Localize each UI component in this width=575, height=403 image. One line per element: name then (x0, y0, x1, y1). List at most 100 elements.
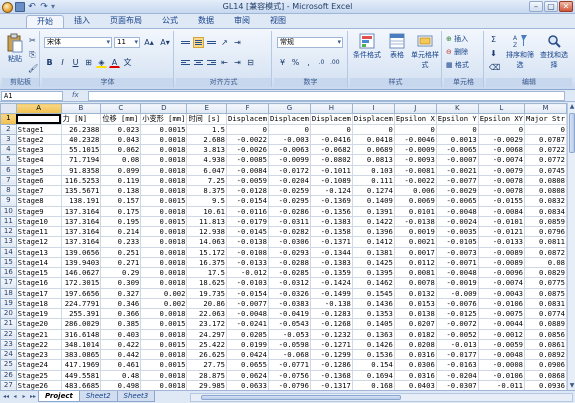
table-cell[interactable]: -0.0241 (226, 318, 269, 330)
table-cell[interactable]: 255.391 (60, 307, 102, 320)
format-cells-button[interactable]: ▦ 格式 (446, 60, 469, 70)
table-cell[interactable]: -0.0008 (477, 359, 526, 371)
table-cell[interactable]: -0.1371 (309, 236, 353, 248)
table-cell[interactable]: 24.297 (186, 328, 228, 340)
bold-button[interactable]: B (44, 57, 55, 68)
table-cell[interactable]: -0.0099 (267, 154, 311, 166)
table-cell[interactable]: -0.0101 (477, 215, 526, 228)
fill-color-icon[interactable]: ◈ (96, 57, 107, 68)
table-cell[interactable]: 27.75 (186, 359, 228, 371)
table-cell[interactable]: -0.0059 (477, 338, 526, 351)
table-cell[interactable]: -0.1317 (309, 379, 353, 390)
table-cell[interactable]: 0.403 (100, 328, 142, 340)
table-cell[interactable]: -0.0259 (267, 184, 311, 197)
column-header[interactable]: J (393, 103, 437, 115)
decrease-decimal-icon[interactable]: .00 (329, 57, 340, 68)
scroll-down-icon[interactable]: ▼ (568, 382, 575, 390)
table-cell[interactable]: -0.1369 (309, 195, 353, 207)
row-header[interactable]: 9 (0, 195, 17, 207)
table-cell[interactable]: 0.0208 (393, 338, 437, 351)
table-cell[interactable]: 0.0069 (393, 195, 437, 207)
row-header[interactable]: 26 (0, 369, 17, 381)
table-cell[interactable]: 0.0418 (351, 133, 395, 146)
table-cell[interactable]: 0.0633 (226, 379, 269, 390)
table-cell[interactable]: 483.6685 (60, 379, 102, 390)
table-cell[interactable]: 0.1462 (351, 277, 395, 289)
insert-cells-button[interactable]: ⊕ 插入 (446, 34, 469, 44)
header-cell[interactable]: 位移 [mm] (100, 113, 142, 125)
table-cell[interactable]: 0.1426 (351, 338, 395, 351)
table-cell[interactable]: -0.0065 (435, 143, 479, 156)
table-cell[interactable]: 0.1396 (351, 225, 395, 238)
vertical-scrollbar[interactable]: ▲ ▼ (567, 103, 575, 390)
table-cell[interactable]: -0.0145 (226, 225, 269, 238)
clear-icon[interactable]: ⌫ (488, 62, 500, 73)
table-cell[interactable]: Stage8 (15, 195, 62, 207)
column-header[interactable]: B (60, 103, 102, 115)
select-all-corner[interactable] (0, 103, 17, 115)
table-cell[interactable]: 0.0018 (140, 246, 188, 258)
table-cell[interactable]: -0.1299 (309, 348, 353, 361)
table-cell[interactable]: -0.0133 (477, 236, 526, 248)
table-cell[interactable]: -0.1358 (309, 225, 353, 238)
table-cell[interactable]: -0.0103 (226, 277, 269, 289)
copy-icon[interactable]: ⎘ (27, 49, 38, 60)
table-cell[interactable]: 449.5581 (60, 369, 102, 381)
table-cell[interactable]: -0.0078 (477, 174, 526, 187)
table-cell[interactable]: -0.1359 (309, 266, 353, 279)
row-header[interactable]: 7 (0, 174, 17, 187)
table-cell[interactable]: 7.25 (186, 174, 228, 187)
table-cell[interactable]: 9.5 (186, 195, 228, 207)
column-header[interactable]: L (477, 103, 526, 115)
row-header[interactable]: 10 (0, 205, 17, 217)
table-cell[interactable]: -0.0093 (393, 154, 437, 166)
table-cell[interactable]: 0 (351, 123, 395, 135)
table-cell[interactable]: 0.0017 (393, 246, 437, 258)
table-cell[interactable]: Stage13 (15, 246, 62, 258)
table-cell[interactable]: 417.1969 (60, 359, 102, 371)
table-cell[interactable]: 316.6148 (60, 328, 102, 340)
table-cell[interactable]: Stage17 (15, 287, 62, 299)
header-cell[interactable]: 小变形 [mm] (140, 113, 188, 125)
row-header[interactable]: 18 (0, 287, 17, 299)
grow-font-button[interactable]: A▴ (142, 37, 156, 48)
table-cell[interactable]: 0.0829 (524, 266, 567, 279)
align-right-icon[interactable] (206, 57, 217, 68)
table-cell[interactable]: -0.0133 (226, 256, 269, 269)
table-cell[interactable]: 28.875 (186, 369, 228, 381)
table-cell[interactable]: Stage12 (15, 236, 62, 248)
table-cell[interactable]: 0.0018 (140, 174, 188, 187)
table-cell[interactable]: 139.9403 (60, 256, 102, 269)
table-cell[interactable]: 0 (393, 123, 437, 135)
table-cell[interactable]: 0.233 (100, 236, 142, 248)
table-cell[interactable]: -0.0007 (435, 154, 479, 166)
table-cell[interactable]: 0.111 (351, 174, 395, 187)
table-cell[interactable]: 0.0906 (524, 359, 567, 371)
increase-indent-icon[interactable]: ⇥ (232, 57, 243, 68)
table-cell[interactable]: 40.2328 (60, 133, 102, 146)
table-cell[interactable]: 0.0745 (524, 164, 567, 176)
column-header[interactable]: A (15, 103, 62, 115)
table-cell[interactable]: -0.003 (267, 133, 311, 146)
table-cell[interactable]: 0.154 (351, 359, 395, 371)
table-cell[interactable]: Stage1 (15, 123, 62, 135)
table-cell[interactable]: 286.0029 (60, 318, 102, 330)
header-cell[interactable]: Displacem (351, 113, 395, 125)
table-cell[interactable]: 0.0018 (140, 256, 188, 269)
table-cell[interactable]: -0.0068 (477, 143, 526, 156)
formula-input[interactable] (88, 91, 565, 101)
table-cell[interactable]: -0.0052 (435, 328, 479, 340)
table-cell[interactable]: 0.0775 (524, 277, 567, 289)
table-cell[interactable]: 6.047 (186, 164, 228, 176)
insert-function-icon[interactable]: fx (72, 91, 79, 99)
autosum-button[interactable]: Σ (488, 34, 499, 45)
table-cell[interactable]: 0.0018 (140, 143, 188, 156)
format-as-table-button[interactable]: 表格 (383, 33, 411, 60)
table-cell[interactable]: 0.0872 (524, 246, 567, 258)
row-header[interactable]: 4 (0, 143, 17, 156)
table-cell[interactable]: 0.157 (100, 195, 142, 207)
table-cell[interactable]: 22.063 (186, 307, 228, 320)
number-format-select[interactable]: 常规 (277, 37, 343, 48)
table-cell[interactable]: 0 (524, 123, 567, 135)
column-header[interactable]: F (226, 103, 269, 115)
